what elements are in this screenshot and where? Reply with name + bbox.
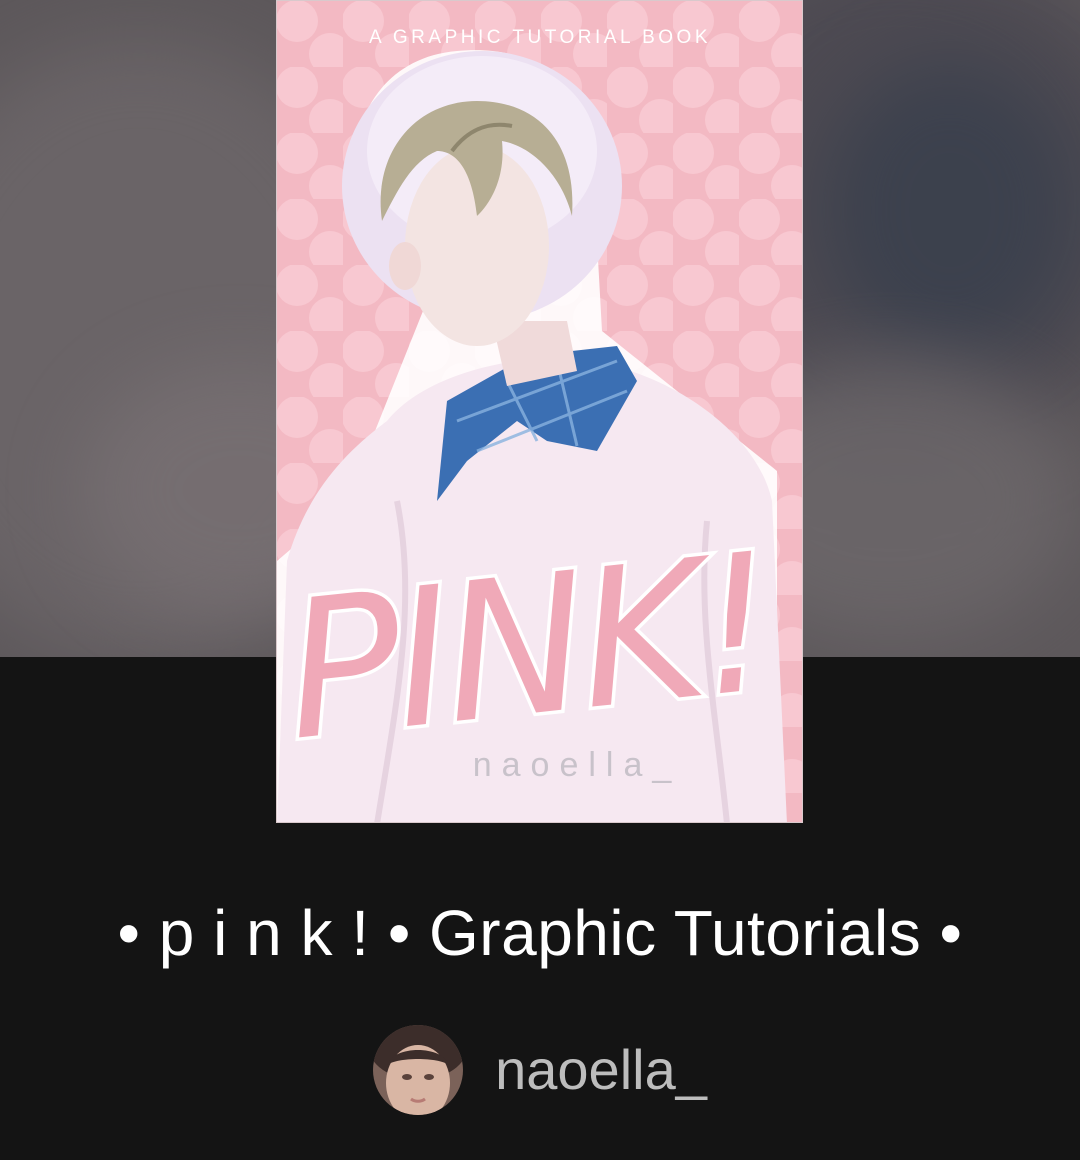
cover-author-tag: naoella_	[473, 746, 682, 784]
author-name[interactable]: naoella_	[495, 1025, 707, 1115]
book-cover[interactable]: A GRAPHIC TUTORIAL BOOK PINK! naoella_	[276, 0, 803, 823]
story-detail-screen: A GRAPHIC TUTORIAL BOOK PINK! naoella_ •…	[0, 0, 1080, 1160]
story-title[interactable]: • p i n k ! • Graphic Tutorials •	[0, 893, 1080, 973]
user-avatar-photo-icon	[373, 1025, 464, 1115]
author-link[interactable]: naoella_	[0, 1025, 1080, 1115]
cover-kicker: A GRAPHIC TUTORIAL BOOK	[369, 27, 711, 48]
author-avatar[interactable]	[373, 1025, 464, 1115]
